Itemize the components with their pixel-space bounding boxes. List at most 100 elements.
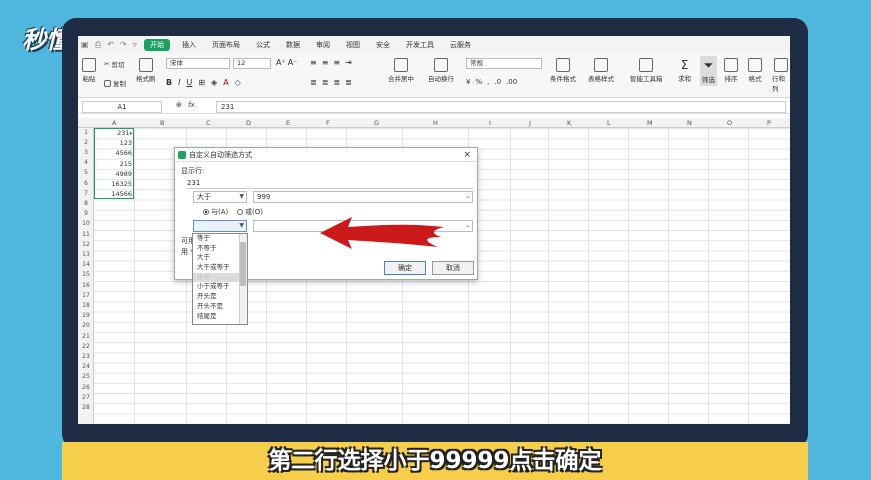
justify-icon[interactable]: ≣ (345, 78, 352, 87)
fx-icon[interactable]: fx (188, 101, 195, 109)
row-header[interactable]: 20 (78, 322, 94, 329)
col-header[interactable]: J (529, 119, 531, 127)
font-name-select[interactable]: 宋体 (166, 58, 230, 69)
col-header[interactable]: K (567, 119, 571, 127)
row-header[interactable]: 6 (78, 180, 94, 187)
undo-icon[interactable]: ↶ (107, 40, 114, 50)
indent-icon[interactable]: ⇥ (345, 58, 352, 67)
zoom-icon[interactable]: ⊕ (176, 101, 182, 109)
sum-button[interactable]: Σ 求和 (678, 58, 691, 83)
dropdown-scrollbar[interactable] (239, 234, 247, 324)
increase-decimal-icon[interactable]: .0 (494, 78, 501, 86)
row-header[interactable]: 11 (78, 231, 94, 238)
tab-insert[interactable]: 插入 (174, 36, 204, 54)
currency-icon[interactable]: ¥ (466, 78, 470, 86)
cell-a6[interactable]: 16325 (96, 180, 132, 188)
cell-a4[interactable]: 215 (96, 160, 132, 168)
col-header[interactable]: G (374, 119, 379, 127)
close-icon[interactable]: × (463, 148, 471, 162)
row-header[interactable]: 26 (78, 384, 94, 391)
row-header[interactable]: 17 (78, 292, 94, 299)
row-header[interactable]: 5 (78, 169, 94, 176)
or-radio[interactable]: 或(O) (237, 207, 263, 217)
format-button[interactable]: 格式 (748, 58, 762, 83)
cell-a1[interactable]: 231▾ (96, 129, 132, 137)
copy-button[interactable]: 复制 (104, 78, 126, 88)
col-header[interactable]: A (112, 119, 116, 127)
font-grow-icon[interactable]: A⁺ (276, 58, 286, 67)
row-header[interactable]: 13 (78, 251, 94, 258)
row-header[interactable]: 8 (78, 200, 94, 207)
align-top-icon[interactable]: ≡ (310, 58, 317, 67)
row-header[interactable]: 12 (78, 241, 94, 248)
border-icon[interactable]: ⊞ (198, 78, 205, 87)
italic-icon[interactable]: I (178, 78, 180, 87)
tab-cloud[interactable]: 云服务 (442, 36, 479, 54)
col-header[interactable]: M (647, 119, 653, 127)
percent-icon[interactable]: % (475, 78, 482, 86)
ok-button[interactable]: 确定 (384, 261, 426, 275)
font-shrink-icon[interactable]: A⁻ (288, 58, 298, 67)
decrease-decimal-icon[interactable]: .00 (506, 78, 517, 86)
row-header[interactable]: 18 (78, 302, 94, 309)
row-header[interactable]: 1 (78, 129, 94, 136)
merge-center-button[interactable]: 合并居中 (388, 58, 414, 83)
underline-icon[interactable]: U (186, 78, 192, 87)
font-grow-shrink[interactable]: A⁺ A⁻ (276, 58, 297, 67)
thousands-icon[interactable]: , (487, 78, 489, 86)
col-header[interactable]: O (727, 119, 732, 127)
dropdown-icon[interactable]: ▿ (133, 40, 137, 50)
cancel-button[interactable]: 取消 (432, 261, 474, 275)
row-header[interactable]: 7 (78, 190, 94, 197)
col-header[interactable]: H (433, 119, 438, 127)
row-header[interactable]: 16 (78, 282, 94, 289)
row-header[interactable]: 14 (78, 261, 94, 268)
row-col-button[interactable]: 行和列 (772, 58, 790, 93)
cell-a7[interactable]: 14566 (96, 190, 132, 198)
paste-button[interactable]: 粘贴 (82, 58, 96, 83)
tab-developer[interactable]: 开发工具 (398, 36, 442, 54)
tab-review[interactable]: 审阅 (308, 36, 338, 54)
value1-combobox[interactable]: 999 ⌄ (253, 191, 473, 203)
smart-toolbox-button[interactable]: 智能工具箱 (630, 58, 663, 83)
wrap-text-button[interactable]: 自动换行 (428, 58, 454, 83)
col-header[interactable]: C (206, 119, 211, 127)
font-size-select[interactable]: 12 (233, 58, 271, 69)
operator1-select[interactable]: 大于 ▼ (193, 191, 247, 203)
row-header[interactable]: 23 (78, 353, 94, 360)
col-header[interactable]: N (687, 119, 692, 127)
print-icon[interactable]: ⎙ (95, 40, 101, 50)
col-header[interactable]: B (160, 119, 164, 127)
cell-a2[interactable]: 123 (96, 139, 132, 147)
row-header[interactable]: 2 (78, 139, 94, 146)
cut-button[interactable]: ✂ 剪切 (104, 59, 124, 69)
tab-home[interactable]: 开始 (144, 39, 170, 51)
col-header[interactable]: E (286, 119, 290, 127)
tab-view[interactable]: 视图 (338, 36, 368, 54)
scrollbar-thumb[interactable] (240, 242, 246, 286)
row-header[interactable]: 21 (78, 333, 94, 340)
fill-color-icon[interactable]: ◈ (211, 78, 217, 87)
align-center-icon[interactable]: ≣ (322, 78, 329, 87)
row-header[interactable]: 3 (78, 149, 94, 156)
col-header[interactable]: I (489, 119, 491, 127)
conditional-format-button[interactable]: 条件格式 (550, 58, 576, 83)
align-right-icon[interactable]: ≣ (333, 78, 340, 87)
row-header[interactable]: 28 (78, 404, 94, 411)
name-box[interactable]: A1 (82, 101, 162, 113)
tab-formulas[interactable]: 公式 (248, 36, 278, 54)
redo-icon[interactable]: ↷ (120, 40, 127, 50)
number-format-select[interactable]: 常规 (466, 58, 542, 69)
row-header[interactable]: 9 (78, 210, 94, 217)
formula-input[interactable]: 231 (216, 101, 786, 113)
cell-a3[interactable]: 4566 (96, 149, 132, 157)
and-radio[interactable]: 与(A) (203, 207, 228, 217)
font-color-icon[interactable]: A (223, 78, 228, 87)
table-style-button[interactable]: 表格样式 (588, 58, 614, 83)
operator2-select[interactable]: ▼ (193, 220, 247, 232)
tab-page-layout[interactable]: 页面布局 (204, 36, 248, 54)
col-header[interactable]: L (607, 119, 611, 127)
filter-button[interactable]: ⏷ 筛选 (700, 56, 717, 86)
row-header[interactable]: 10 (78, 220, 94, 227)
save-icon[interactable]: ▣ (81, 40, 89, 50)
